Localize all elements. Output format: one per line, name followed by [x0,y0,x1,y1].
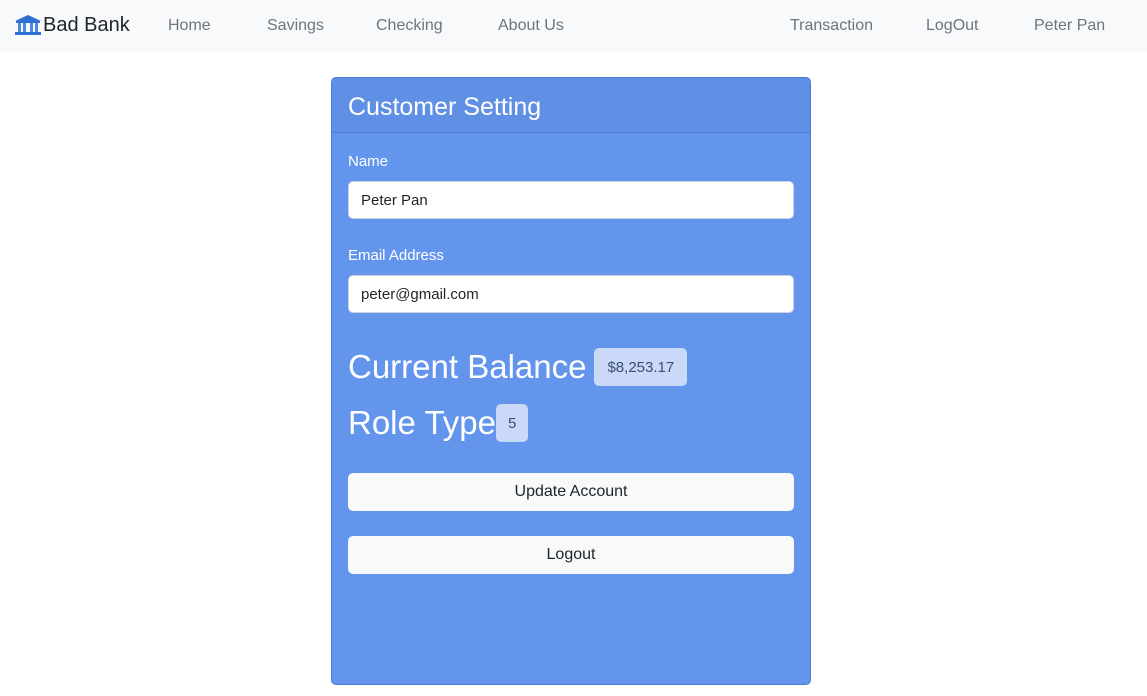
logout-button[interactable]: Logout [348,536,794,574]
balance-row: Current Balance $8,253.17 [348,347,688,387]
card-title: Customer Setting [348,93,542,121]
balance-badge: $8,253.17 [594,348,688,386]
update-account-button[interactable]: Update Account [348,473,794,511]
bank-icon [15,15,41,35]
brand-link[interactable]: Bad Bank [13,11,130,39]
role-label: Role Type [348,404,496,441]
name-input[interactable] [348,181,794,219]
nav-user-name[interactable]: Peter Pan [1034,15,1105,37]
role-badge: 5 [495,404,529,442]
card-header: Customer Setting [332,78,810,133]
nav-about-us[interactable]: About Us [498,15,564,37]
role-row: Role Type 5 [348,403,529,443]
email-label: Email Address [348,247,444,264]
brand-name: Bad Bank [43,14,130,36]
balance-label: Current Balance [348,348,587,385]
nav-home[interactable]: Home [168,15,211,37]
nav-savings[interactable]: Savings [267,15,324,37]
nav-transaction[interactable]: Transaction [790,15,873,37]
name-label: Name [348,153,389,170]
customer-setting-card: Customer Setting Name Email Address Curr… [331,77,811,685]
top-navbar: Bad Bank Home Savings Checking About Us … [0,0,1147,52]
nav-logout[interactable]: LogOut [926,15,978,37]
email-input[interactable] [348,275,794,313]
nav-checking[interactable]: Checking [376,15,443,37]
